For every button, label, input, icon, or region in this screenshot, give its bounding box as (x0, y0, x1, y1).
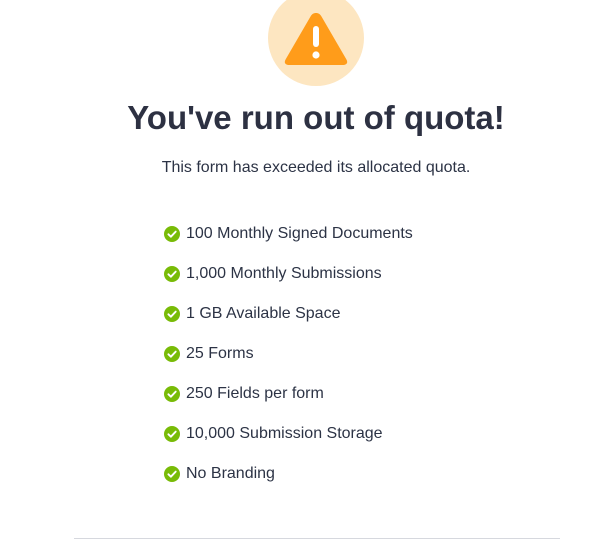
feature-item: 1,000 Monthly Submissions (164, 264, 413, 304)
feature-item: No Branding (164, 464, 413, 504)
check-circle-icon (164, 346, 180, 362)
feature-label: 100 Monthly Signed Documents (186, 225, 413, 242)
divider (74, 538, 560, 539)
feature-label: 25 Forms (186, 345, 254, 362)
feature-label: 250 Fields per form (186, 385, 324, 402)
feature-label: 1 GB Available Space (186, 305, 341, 322)
feature-item: 25 Forms (164, 344, 413, 384)
check-circle-icon (164, 426, 180, 442)
feature-item: 10,000 Submission Storage (164, 424, 413, 464)
page-title: You've run out of quota! (127, 99, 505, 136)
feature-label: No Branding (186, 465, 275, 482)
quota-message: This form has exceeded its allocated quo… (161, 159, 471, 176)
feature-list: 100 Monthly Signed Documents 1,000 Month… (164, 224, 413, 504)
warning-badge (268, 0, 364, 86)
check-circle-icon (164, 226, 180, 242)
check-circle-icon (164, 386, 180, 402)
feature-item: 250 Fields per form (164, 384, 413, 424)
check-circle-icon (164, 266, 180, 282)
feature-label: 1,000 Monthly Submissions (186, 265, 382, 282)
feature-label: 10,000 Submission Storage (186, 425, 383, 442)
check-circle-icon (164, 466, 180, 482)
feature-item: 100 Monthly Signed Documents (164, 224, 413, 264)
warning-triangle-icon (284, 13, 348, 65)
feature-item: 1 GB Available Space (164, 304, 413, 344)
check-circle-icon (164, 306, 180, 322)
